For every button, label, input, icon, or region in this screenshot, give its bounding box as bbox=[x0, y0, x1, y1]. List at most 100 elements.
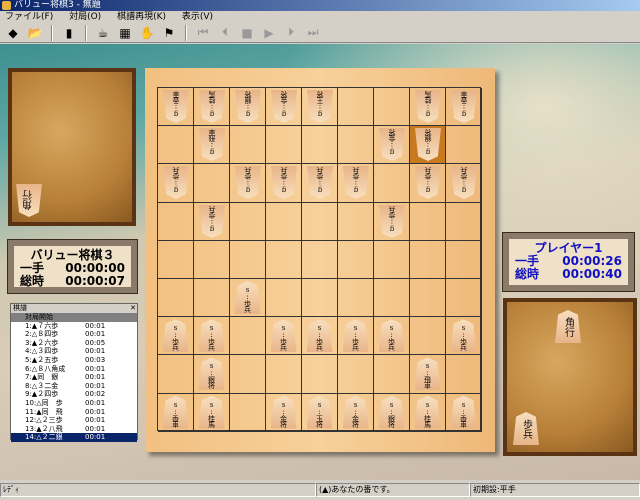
sente-piece[interactable]: s:歩兵 bbox=[378, 319, 405, 353]
save-icon[interactable]: ▮ bbox=[60, 25, 78, 41]
sente-piece[interactable]: s:銀将 bbox=[378, 395, 405, 429]
next-icon[interactable]: ⏵ bbox=[282, 25, 300, 41]
square-9-3[interactable]: g:歩兵 bbox=[158, 164, 194, 203]
square-4-9[interactable]: s:金将 bbox=[338, 393, 374, 432]
square-7-2[interactable] bbox=[230, 126, 266, 165]
square-6-4[interactable] bbox=[266, 202, 302, 241]
square-4-7[interactable]: s:歩兵 bbox=[338, 317, 374, 356]
gote-piece[interactable]: g:金将 bbox=[271, 90, 297, 123]
square-1-3[interactable]: g:歩兵 bbox=[446, 164, 482, 203]
square-6-7[interactable]: s:歩兵 bbox=[266, 317, 302, 356]
sente-piece[interactable]: s:歩兵 bbox=[198, 319, 225, 353]
square-2-5[interactable] bbox=[410, 240, 446, 279]
sente-piece[interactable]: s:歩兵 bbox=[342, 319, 369, 353]
square-8-7[interactable]: s:歩兵 bbox=[194, 317, 230, 356]
square-8-9[interactable]: s:桂馬 bbox=[194, 393, 230, 432]
move-list-item[interactable]: 9:▲２四歩 00:02 bbox=[11, 390, 137, 399]
close-icon[interactable]: ✕ bbox=[130, 304, 136, 313]
move-list-item[interactable]: 7:▲同 銀 00:01 bbox=[11, 373, 137, 382]
square-8-8[interactable]: s:銀将 bbox=[194, 355, 230, 394]
square-8-1[interactable]: g:桂馬 bbox=[194, 88, 230, 127]
square-7-8[interactable] bbox=[230, 355, 266, 394]
square-9-4[interactable] bbox=[158, 202, 194, 241]
gote-piece[interactable]: g:歩兵 bbox=[163, 166, 189, 199]
move-list-item[interactable]: 5:▲２五歩 00:03 bbox=[11, 356, 137, 365]
gote-piece[interactable]: g:香車 bbox=[451, 90, 477, 123]
sente-piece[interactable]: s:金将 bbox=[342, 395, 369, 429]
square-4-5[interactable] bbox=[338, 240, 374, 279]
last-icon[interactable]: ⏭ bbox=[304, 25, 322, 41]
square-3-1[interactable] bbox=[374, 88, 410, 127]
square-2-9[interactable]: s:桂馬 bbox=[410, 393, 446, 432]
move-list-item[interactable]: 6:△８八角成 00:01 bbox=[11, 365, 137, 374]
square-1-5[interactable] bbox=[446, 240, 482, 279]
square-3-9[interactable]: s:銀将 bbox=[374, 393, 410, 432]
board-icon[interactable]: ▦ bbox=[116, 25, 134, 41]
square-5-5[interactable] bbox=[302, 240, 338, 279]
square-5-1[interactable]: g:王将 bbox=[302, 88, 338, 127]
sente-piece[interactable]: s:香車 bbox=[162, 395, 189, 429]
square-1-8[interactable] bbox=[446, 355, 482, 394]
square-3-2[interactable]: g:金将 bbox=[374, 126, 410, 165]
gote-piece[interactable]: 角行 bbox=[16, 184, 42, 217]
square-4-6[interactable] bbox=[338, 278, 374, 318]
gote-piece[interactable]: g:王将 bbox=[307, 90, 333, 123]
square-5-8[interactable] bbox=[302, 355, 338, 394]
square-6-2[interactable] bbox=[266, 126, 302, 165]
square-2-6[interactable] bbox=[410, 278, 446, 318]
square-3-3[interactable] bbox=[374, 164, 410, 203]
square-8-3[interactable] bbox=[194, 164, 230, 203]
square-2-1[interactable]: g:桂馬 bbox=[410, 88, 446, 127]
square-7-7[interactable] bbox=[230, 317, 266, 356]
prev-icon[interactable]: ⏴ bbox=[216, 25, 234, 41]
square-9-5[interactable] bbox=[158, 240, 194, 279]
menu-replay[interactable]: 棋譜再現(K) bbox=[117, 12, 166, 22]
square-5-3[interactable]: g:歩兵 bbox=[302, 164, 338, 203]
gote-piece[interactable]: g:歩兵 bbox=[307, 166, 333, 199]
square-2-2[interactable]: g:銀将 bbox=[410, 126, 446, 165]
hand-icon[interactable]: ✋ bbox=[138, 25, 156, 41]
sente-piece[interactable]: s:歩兵 bbox=[306, 319, 333, 353]
square-9-8[interactable] bbox=[158, 355, 194, 394]
gote-piece[interactable]: g:桂馬 bbox=[199, 90, 225, 123]
flag-icon[interactable]: ⚑ bbox=[160, 25, 178, 41]
square-9-9[interactable]: s:香車 bbox=[158, 393, 194, 432]
sente-piece[interactable]: s:銀将 bbox=[198, 357, 225, 391]
square-6-3[interactable]: g:歩兵 bbox=[266, 164, 302, 203]
square-8-5[interactable] bbox=[194, 240, 230, 279]
square-3-8[interactable] bbox=[374, 355, 410, 394]
square-7-1[interactable]: g:銀将 bbox=[230, 88, 266, 127]
square-5-4[interactable] bbox=[302, 202, 338, 241]
sente-piece[interactable]: 角行 bbox=[555, 310, 581, 343]
square-2-8[interactable]: s:飛車 bbox=[410, 355, 446, 394]
gote-piece[interactable]: g:桂馬 bbox=[415, 90, 441, 123]
sente-piece[interactable]: s:桂馬 bbox=[198, 395, 225, 429]
menu-file[interactable]: ファイル(F) bbox=[5, 12, 53, 22]
menu-game[interactable]: 対局(O) bbox=[69, 12, 101, 22]
square-6-5[interactable] bbox=[266, 240, 302, 279]
square-5-9[interactable]: s:玉将 bbox=[302, 393, 338, 432]
square-3-4[interactable]: g:歩兵 bbox=[374, 202, 410, 241]
sente-piece[interactable]: s:歩兵 bbox=[270, 319, 297, 353]
move-list-item[interactable]: 12:△２三歩 00:01 bbox=[11, 416, 137, 425]
square-5-6[interactable] bbox=[302, 278, 338, 318]
gote-piece[interactable]: g:歩兵 bbox=[379, 205, 405, 238]
move-list-header[interactable]: 対局開始 bbox=[11, 313, 137, 322]
move-list-item[interactable]: 14:△２二銀 00:01 bbox=[11, 433, 137, 442]
square-1-7[interactable]: s:歩兵 bbox=[446, 317, 482, 356]
new-game-icon[interactable]: ◆ bbox=[4, 25, 22, 41]
sente-piece[interactable]: s:歩兵 bbox=[162, 319, 189, 353]
move-list-item[interactable]: 11:▲同 飛 00:01 bbox=[11, 408, 137, 417]
square-2-3[interactable]: g:歩兵 bbox=[410, 164, 446, 203]
first-icon[interactable]: ⏮ bbox=[194, 25, 212, 41]
square-1-6[interactable] bbox=[446, 278, 482, 318]
square-9-2[interactable] bbox=[158, 126, 194, 165]
move-list-item[interactable]: 10:△同 歩 00:01 bbox=[11, 399, 137, 408]
square-1-1[interactable]: g:香車 bbox=[446, 88, 482, 127]
square-9-1[interactable]: g:香車 bbox=[158, 88, 194, 127]
square-6-8[interactable] bbox=[266, 355, 302, 394]
gote-piece[interactable]: g:歩兵 bbox=[235, 166, 261, 199]
move-list-item[interactable]: 1:▲７六歩 00:01 bbox=[11, 322, 137, 331]
gote-piece[interactable]: g:歩兵 bbox=[451, 166, 477, 199]
square-2-4[interactable] bbox=[410, 202, 446, 241]
